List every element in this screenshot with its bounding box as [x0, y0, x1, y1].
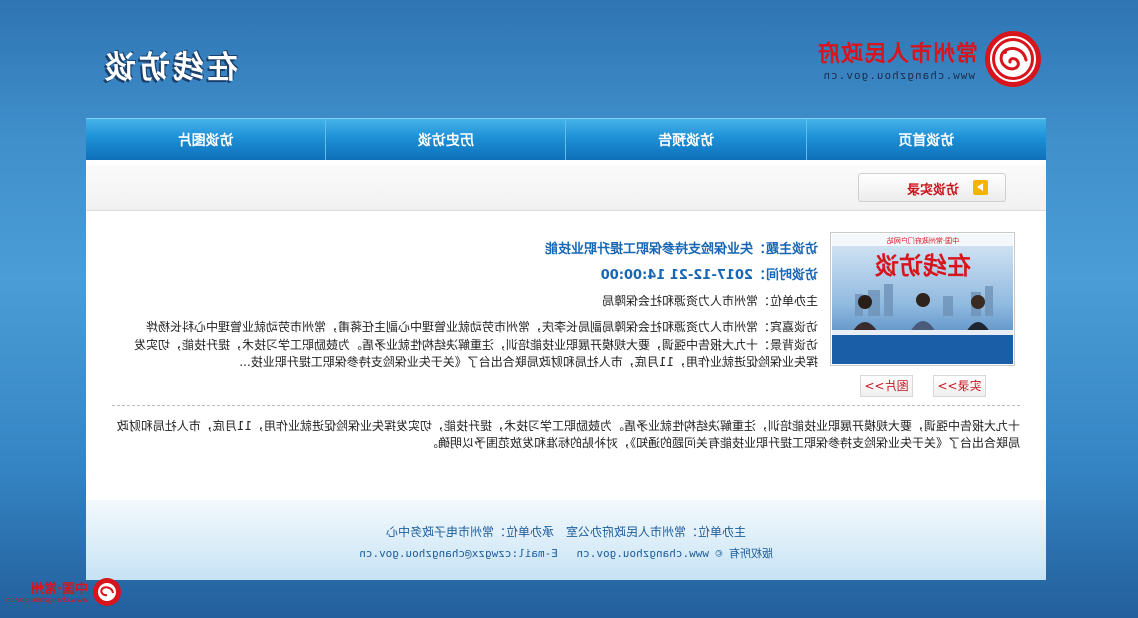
nav-item-home[interactable]: 访谈首页: [805, 119, 1046, 161]
footer-email[interactable]: E-mail:czwgzx@changzhou.gov.cn: [359, 547, 558, 560]
site-logo-name[interactable]: 常州市人民政府: [817, 36, 978, 68]
interview-summary: 十九大报告中强调，要大规模开展职业技能培训，注重解决结构性就业矛盾。为鼓励职工学…: [116, 419, 1020, 450]
interview-background: 访谈背景：十九大报告中强调，要大规模开展职业技能培训，注重解决结构性就业矛盾。为…: [133, 338, 818, 369]
interview-time: 访谈时间：2017-12-21 14:00:00: [600, 268, 818, 283]
view-record-button[interactable]: 实录>>: [933, 375, 986, 397]
nav-item-preview[interactable]: 访谈预告: [565, 119, 806, 161]
tab-label: 访谈实录: [906, 183, 959, 198]
interview-topic[interactable]: 访谈主题：失业保险支持参保职工提升职业技能: [545, 238, 818, 257]
interview-guests: 访谈嘉宾：常州市人力资源和社会保障局副局长李庆，常州市劳动就业管理中心副主任蒋甫…: [145, 320, 818, 334]
dragon-emblem-icon[interactable]: [984, 30, 1042, 88]
view-pictures-button[interactable]: 图片>>: [860, 375, 913, 397]
footer: 主办单位：常州市人民政府办公室 承办单位：常州市电子政务中心 版权所有 © ww…: [86, 500, 1046, 580]
nav-item-history[interactable]: 历史访谈: [325, 119, 566, 161]
corner-logo-name[interactable]: 中国·常州: [31, 578, 88, 597]
footer-organizers: 主办单位：常州市人民政府办公室 承办单位：常州市电子政务中心: [386, 525, 747, 539]
corner-emblem-icon[interactable]: [92, 577, 122, 607]
interview-host: 主办单位：常州市人力资源和社会保障局: [601, 294, 818, 308]
content-panel: 访谈实录 中国·常州政府门户网站 在线访谈 实录>> 图片>> 访谈主题：失业保…: [86, 160, 1046, 500]
main-nav: 访谈首页 访谈预告 历史访谈 访谈图片: [86, 118, 1046, 161]
arrow-right-icon: [973, 180, 988, 195]
section-tab-bar: 访谈实录: [86, 165, 1046, 211]
footer-copyright-line: 版权所有 © www.changzhou.gov.cn E-mail:czwgz…: [86, 545, 1046, 561]
divider: [112, 405, 1020, 406]
page-title: 在线访谈: [102, 50, 238, 86]
photo-banner-title: 在线访谈: [874, 251, 971, 280]
page: 常州市人民政府 www.changzhou.gov.cn 在线访谈 访谈首页 访…: [0, 0, 1138, 618]
interview-photo-image: 中国·常州政府门户网站 在线访谈: [832, 234, 1013, 364]
nav-item-pictures[interactable]: 访谈图片: [86, 119, 325, 161]
corner-logo-url: www.changzhou.gov.cn: [5, 596, 88, 604]
tab-interview-record[interactable]: 访谈实录: [858, 173, 1006, 202]
interview-photo[interactable]: 中国·常州政府门户网站 在线访谈: [830, 232, 1015, 366]
photo-banner-sub: 中国·常州政府门户网站: [887, 236, 959, 245]
footer-copyright[interactable]: 版权所有 © www.changzhou.gov.cn: [577, 547, 773, 560]
site-logo-url[interactable]: www.changzhou.gov.cn: [823, 69, 975, 82]
